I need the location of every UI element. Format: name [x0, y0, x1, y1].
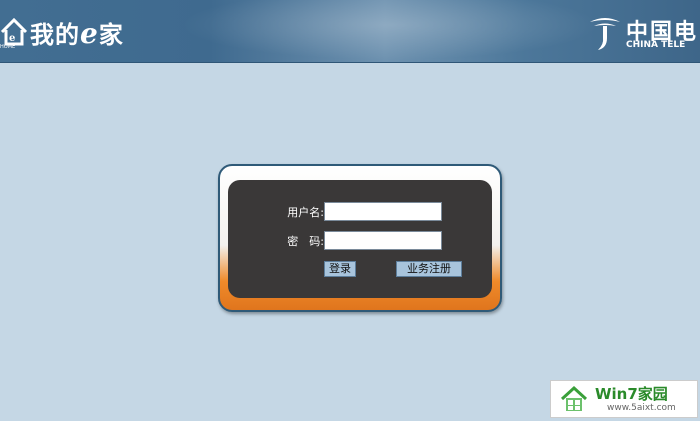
register-button[interactable]: 业务注册	[396, 261, 462, 277]
watermark-url: www.5aixt.com	[607, 403, 676, 413]
login-box: 用户名: 密 码: 登录 业务注册	[218, 164, 502, 312]
username-row: 用户名:	[282, 202, 442, 221]
login-page: e HOME 我的e家 中国电 CHINA TELE 用户名: 密 码: 登录 …	[0, 0, 700, 421]
win7-watermark: Win7家园 www.5aixt.com	[550, 380, 698, 418]
logo-text-prefix: 我的	[30, 19, 80, 49]
house-icon: e HOME	[0, 14, 28, 50]
login-button[interactable]: 登录	[324, 261, 356, 277]
telecom-english-name: CHINA TELE	[626, 40, 686, 50]
login-panel: 用户名: 密 码: 登录 业务注册	[228, 180, 492, 298]
logo-text: 我的e家	[30, 15, 124, 50]
watermark-title: Win7家园	[595, 385, 668, 403]
china-telecom-logo: 中国电 CHINA TELE	[580, 8, 700, 56]
logo-text-suffix: 家	[98, 19, 124, 49]
logo-text-e: e	[80, 16, 99, 50]
telecom-swirl-icon	[586, 12, 624, 52]
svg-text:e: e	[9, 33, 15, 44]
username-label: 用户名:	[287, 205, 324, 219]
header-glow	[180, 0, 600, 60]
password-label: 密 码:	[287, 234, 324, 248]
house-tag: HOME	[0, 44, 16, 50]
header-banner: e HOME 我的e家 中国电 CHINA TELE	[0, 0, 700, 63]
username-input[interactable]	[324, 202, 442, 221]
my-e-home-logo: e HOME 我的e家	[0, 12, 124, 52]
house-logo-icon	[559, 385, 589, 413]
password-input[interactable]	[324, 231, 442, 250]
password-row: 密 码:	[282, 231, 442, 250]
